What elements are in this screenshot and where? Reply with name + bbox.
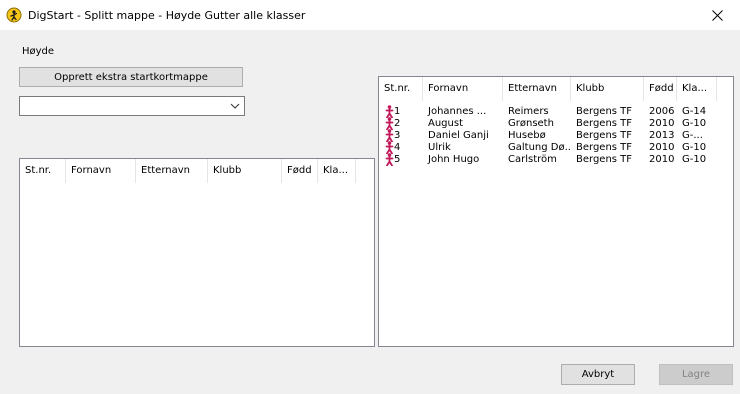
left-athlete-list[interactable]: St.nr. Fornavn Etternavn Klubb Fødd Kla.…: [19, 158, 375, 347]
col-klasse[interactable]: Kla...: [318, 159, 356, 183]
col-klubb[interactable]: Klubb: [571, 77, 644, 101]
col-fornavn[interactable]: Fornavn: [66, 159, 136, 183]
col-fodd[interactable]: Fødd: [282, 159, 318, 183]
window-title: DigStart - Splitt mappe - Høyde Gutter a…: [28, 9, 306, 22]
col-stnr[interactable]: St.nr.: [379, 77, 423, 101]
chevron-down-icon: [230, 103, 240, 109]
close-icon: [711, 9, 723, 21]
col-klubb[interactable]: Klubb: [208, 159, 282, 183]
cell-klubb: Bergens TF: [576, 154, 633, 165]
col-fodd[interactable]: Fødd: [644, 77, 677, 101]
right-athlete-list[interactable]: St.nr. Fornavn Etternavn Klubb Fødd Kla.…: [378, 76, 734, 347]
close-button[interactable]: [694, 0, 740, 30]
col-etternavn[interactable]: Etternavn: [503, 77, 571, 101]
cell-fodd: 2010: [649, 154, 675, 165]
folder-dropdown[interactable]: [19, 96, 245, 116]
create-extra-folder-button[interactable]: Opprett ekstra startkortmappe: [19, 67, 243, 87]
cancel-button[interactable]: Avbryt: [561, 364, 635, 385]
table-row[interactable]: 5 John Hugo Carlström Bergens TF 2010 G-10: [379, 153, 733, 166]
col-stnr[interactable]: St.nr.: [20, 159, 66, 183]
cell-fornavn: John Hugo: [428, 154, 480, 165]
left-list-header: St.nr. Fornavn Etternavn Klubb Fødd Kla.…: [20, 159, 374, 183]
cell-stnr: 5: [394, 154, 401, 165]
digstart-logo-icon: [6, 7, 22, 23]
save-button[interactable]: Lagre: [659, 364, 733, 385]
cell-etternavn: Carlström: [508, 154, 557, 165]
right-list-header: St.nr. Fornavn Etternavn Klubb Fødd Kla.…: [379, 77, 733, 101]
col-fornavn[interactable]: Fornavn: [423, 77, 503, 101]
title-bar: DigStart - Splitt mappe - Høyde Gutter a…: [0, 0, 740, 30]
col-klasse[interactable]: Kla...: [677, 77, 717, 101]
cell-klasse: G-10: [682, 154, 707, 165]
col-etternavn[interactable]: Etternavn: [136, 159, 208, 183]
section-label: Høyde: [22, 46, 55, 57]
